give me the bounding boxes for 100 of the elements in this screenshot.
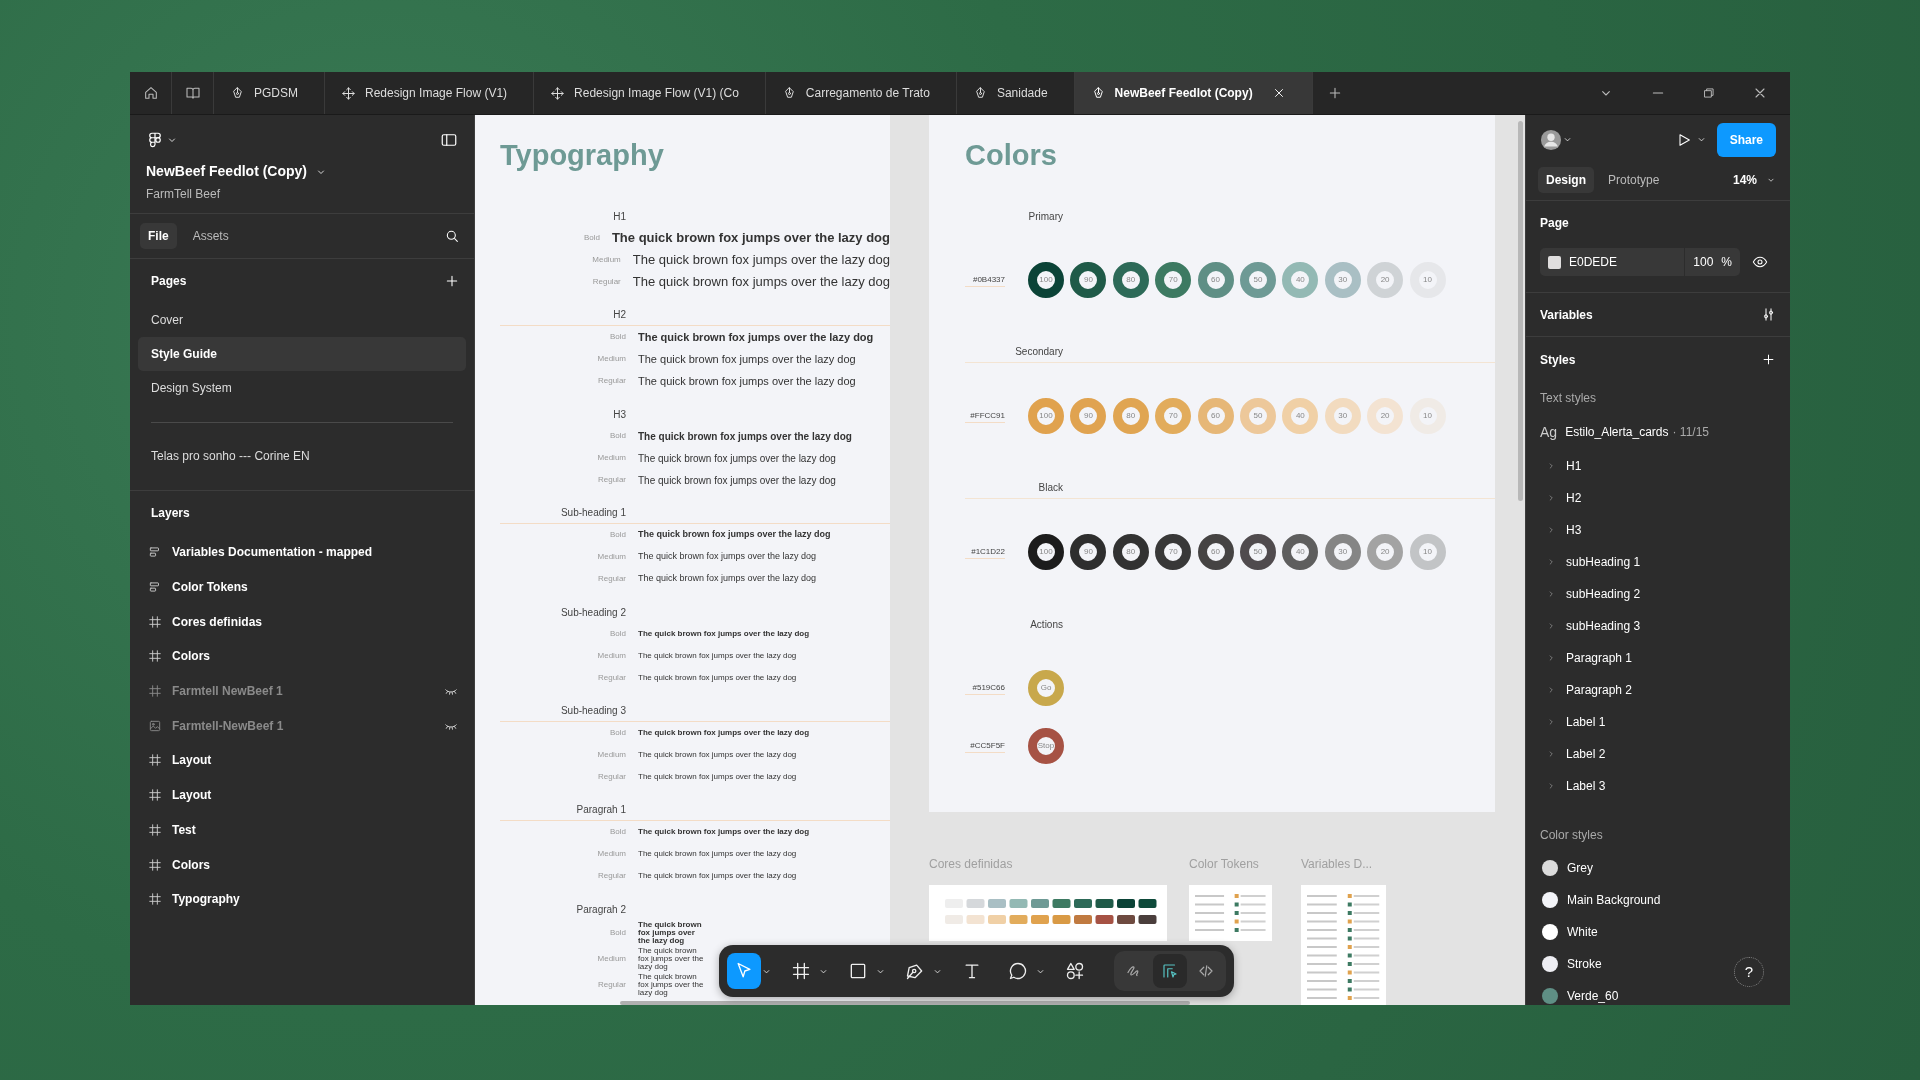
document-tab[interactable]: Redesign Image Flow (V1) (Co	[534, 72, 766, 114]
document-tab[interactable]: Carregamento de Trato	[765, 72, 957, 114]
avatar-icon[interactable]	[1540, 128, 1562, 151]
weight-label: Medium	[596, 353, 626, 365]
fill-field[interactable]: E0DEDE 100 %	[1540, 248, 1740, 276]
color-style-item[interactable]: Grey	[1526, 852, 1609, 884]
swatch-label: 100	[1039, 274, 1053, 286]
sample-text: The quick brown fox jumps over the lazy dog	[638, 921, 703, 945]
layer-item[interactable]: Typography	[130, 881, 474, 917]
layer-item[interactable]: Cores definidas	[130, 604, 474, 640]
layer-item[interactable]: Farmtell-NewBeef 1	[130, 708, 474, 744]
page-item[interactable]: Style Guide	[138, 337, 466, 371]
plus-icon[interactable]	[1761, 352, 1776, 367]
heading-label: H3	[612, 407, 626, 422]
scrollbar[interactable]	[620, 1001, 1190, 1005]
layer-item[interactable]: Layout	[130, 777, 474, 813]
percent-sign: %	[1721, 254, 1732, 271]
text-style-item[interactable]: Paragraph 2	[1526, 674, 1790, 706]
document-tab[interactable]: PGDSM	[214, 72, 325, 114]
swatch-label: 80	[1126, 546, 1136, 558]
text-style-item[interactable]: subHeading 3	[1526, 610, 1790, 642]
color-style-item[interactable]: White	[1526, 916, 1614, 948]
sample-text: The quick brown fox jumps over the lazy dog	[638, 848, 797, 860]
color-style-item[interactable]: Verde_60	[1526, 980, 1635, 1005]
sidebar-toggle-icon[interactable]	[440, 131, 458, 149]
panel-tab[interactable]: File	[140, 223, 177, 249]
layer-item[interactable]: Variables Documentation - mapped	[130, 535, 474, 570]
book-icon[interactable]	[184, 85, 201, 101]
weight-label: Medium	[596, 953, 626, 965]
text-style-item[interactable]: H3	[1526, 514, 1790, 546]
search-icon[interactable]	[444, 228, 460, 244]
hash-icon	[791, 961, 811, 981]
page-item[interactable]: Cover	[138, 303, 466, 337]
text-style-item[interactable]: H1	[1526, 450, 1790, 482]
sliders-icon[interactable]	[1761, 307, 1776, 322]
text-style-item[interactable]: Label 2	[1526, 738, 1790, 770]
hash-icon	[148, 788, 162, 803]
page-item[interactable]: Design System	[138, 371, 466, 405]
sample-text: The quick brown fox jumps over the lazy dog	[638, 826, 810, 838]
tool-button[interactable]	[727, 953, 761, 989]
home-icon[interactable]	[142, 85, 159, 101]
layer-item[interactable]: Farmtell NewBeef 1	[130, 673, 474, 709]
swatch-label: 80	[1126, 274, 1136, 286]
logo-icon[interactable]	[146, 131, 164, 149]
subsection-title: Color styles	[1540, 827, 1603, 844]
restore-icon[interactable]	[1702, 86, 1716, 100]
frame-preview-drawing[interactable]	[929, 885, 1167, 941]
swatch-label: 20	[1380, 546, 1390, 558]
color-style-item[interactable]: Main Background	[1526, 884, 1677, 916]
hex-label: #0B4337	[965, 273, 1005, 287]
design-mode-icon	[1161, 962, 1179, 980]
weight-label: Regular	[597, 979, 626, 991]
zoom-level[interactable]: 14%	[1732, 171, 1757, 189]
sample-text: The quick brown fox jumps over the lazy dog	[638, 451, 836, 466]
eye-icon[interactable]	[1752, 254, 1768, 270]
weight-label: Bold	[609, 927, 626, 939]
document-tab[interactable]: NewBeef Feedlot (Copy)	[1074, 72, 1313, 114]
swatch-label: 90	[1083, 410, 1093, 422]
text-style-item[interactable]: Label 3	[1526, 770, 1790, 802]
weight-label: Regular	[597, 573, 626, 585]
square-icon	[848, 961, 868, 981]
swatch-label: 60	[1211, 410, 1220, 422]
swatch-label: Go	[1040, 682, 1052, 694]
layer-item[interactable]: Layout	[130, 743, 474, 778]
shapes-icon	[1065, 961, 1085, 981]
section-title: Page	[1540, 215, 1569, 232]
swatch-label: 30	[1338, 274, 1348, 286]
section-icon	[148, 545, 162, 560]
sample-text: The quick brown fox jumps over the lazy dog	[638, 429, 852, 444]
text-style-item[interactable]: subHeading 1	[1526, 546, 1790, 578]
layer-item[interactable]: Colors	[130, 847, 474, 882]
group-label: Secondary	[1014, 345, 1063, 359]
text-style-item[interactable]: Paragraph 1	[1526, 642, 1790, 674]
hash-icon	[148, 892, 162, 907]
style-group-name[interactable]: Estilo_Alerta_cards	[1565, 423, 1669, 441]
panel-tab[interactable]: Prototype	[1600, 167, 1668, 193]
swatch-label: 10	[1423, 274, 1432, 286]
document-tab[interactable]: Redesign Image Flow (V1)	[325, 72, 535, 114]
weight-label: Regular	[597, 771, 626, 783]
layer-item[interactable]: Color Tokens	[130, 569, 474, 605]
hash-icon	[148, 857, 162, 872]
document-tab[interactable]: Sanidade	[956, 72, 1075, 114]
text-style-item[interactable]: H2	[1526, 482, 1790, 514]
panel-tab[interactable]: Assets	[184, 223, 237, 249]
color-style-item[interactable]: Stroke	[1526, 948, 1618, 980]
swatch-label: 50	[1253, 546, 1263, 558]
panel-tab[interactable]: Design	[1538, 167, 1594, 193]
scrollbar[interactable]	[1518, 121, 1523, 501]
swatch-label: 100	[1039, 546, 1053, 558]
layer-item[interactable]: Colors	[130, 639, 474, 674]
file-name[interactable]: NewBeef Feedlot (Copy)	[146, 161, 307, 182]
sample-text: The quick brown fox jumps over the lazy dog	[638, 550, 817, 564]
hash-icon	[148, 753, 162, 768]
swatch-label: 70	[1168, 546, 1178, 558]
help-button[interactable]: ?	[1734, 957, 1764, 987]
page-item[interactable]: Telas pro sonho --- Corine EN	[138, 439, 466, 473]
text-style-item[interactable]: Label 1	[1526, 706, 1790, 738]
text-style-item[interactable]: subHeading 2	[1526, 578, 1790, 610]
layer-item[interactable]: Test	[130, 812, 474, 848]
mode-button[interactable]	[1153, 954, 1187, 988]
